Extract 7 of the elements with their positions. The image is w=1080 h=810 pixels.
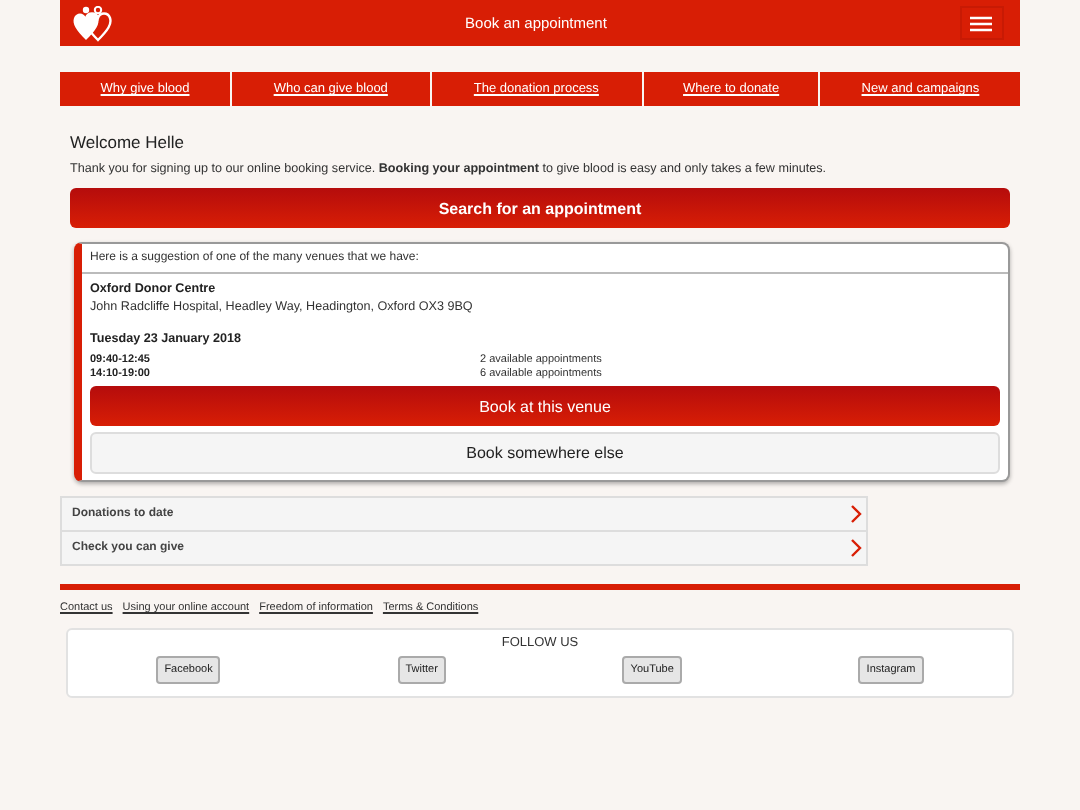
book-venue-button[interactable]: Book at this venue bbox=[90, 386, 1000, 426]
menu-button[interactable] bbox=[959, 6, 1004, 40]
menu-icon bbox=[970, 15, 993, 31]
search-appointment-button[interactable]: Search for an appointment bbox=[70, 188, 1010, 228]
welcome-heading: Welcome Helle bbox=[70, 132, 187, 152]
hearts-logo-icon bbox=[72, 5, 112, 41]
book-elsewhere-button[interactable]: Book somewhere else bbox=[90, 432, 1000, 474]
